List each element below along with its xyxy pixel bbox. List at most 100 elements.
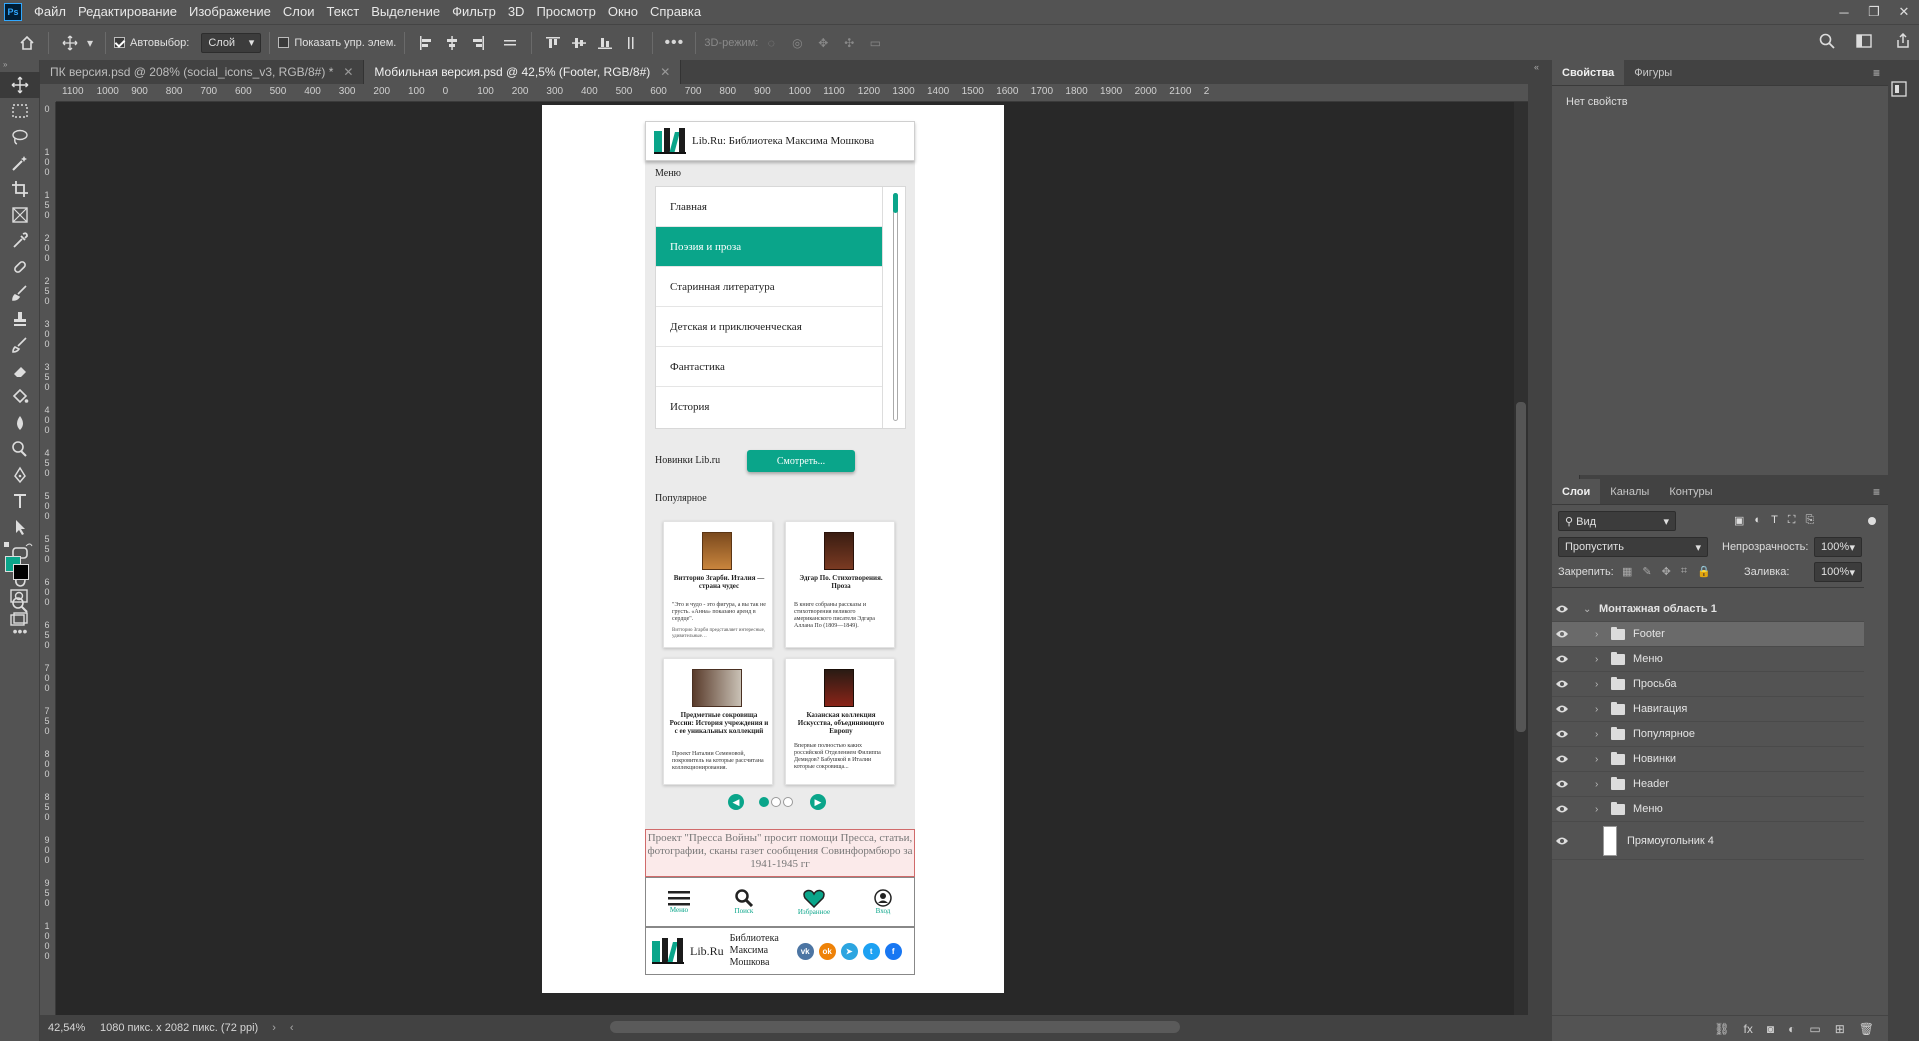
collapse-icon[interactable]: « <box>1528 60 1552 74</box>
layer-group-request[interactable]: › Просьба <box>1552 672 1864 697</box>
photoshop-logo-icon[interactable]: Ps <box>4 3 22 21</box>
menu-select[interactable]: Выделение <box>365 0 446 24</box>
lock-position-icon[interactable]: ✥ <box>1662 565 1671 578</box>
menu-file[interactable]: Файл <box>28 0 72 24</box>
delete-layer-icon[interactable]: 🗑 <box>1859 1022 1874 1036</box>
adjustment-layer-icon[interactable]: ◐ <box>1788 1022 1795 1036</box>
chevron-right-icon[interactable]: › <box>1595 779 1605 790</box>
close-icon[interactable]: ✕ <box>1889 0 1919 24</box>
lock-artboard-icon[interactable]: ⌗ <box>1681 565 1687 578</box>
type-filter-icon[interactable]: T <box>1771 514 1778 527</box>
layer-filter-select[interactable]: ⚲ Вид ▾ <box>1558 511 1676 531</box>
chevron-down-icon[interactable]: ⌄ <box>1583 604 1593 615</box>
scroll-thumb[interactable] <box>1516 402 1526 732</box>
roll-3d-icon[interactable]: ◎ <box>786 32 808 54</box>
share-icon[interactable] <box>1892 30 1914 52</box>
shape-filter-icon[interactable]: ⛶ <box>1788 514 1796 527</box>
distribute-icon[interactable] <box>499 32 521 54</box>
stamp-tool-icon[interactable] <box>0 306 40 332</box>
tab-mobile-version[interactable]: Мобильная версия.psd @ 42,5% (Footer, RG… <box>364 60 682 84</box>
ruler-vertical[interactable]: 0 1 0 0 1 5 0 2 0 0 2 5 0 3 0 0 3 5 0 4 0 0 4 5 … <box>40 102 56 1015</box>
menu-text[interactable]: Текст <box>321 0 366 24</box>
tab-shapes[interactable]: Фигуры <box>1624 60 1682 85</box>
adjustment-filter-icon[interactable]: ◐ <box>1754 514 1761 527</box>
dodge-tool-icon[interactable] <box>0 436 40 462</box>
frame-tool-icon[interactable] <box>0 202 40 228</box>
lasso-tool-icon[interactable] <box>0 124 40 150</box>
checkbox-checked-icon[interactable] <box>114 37 125 48</box>
layer-group-header[interactable]: › Header <box>1552 772 1864 797</box>
move-tool-icon[interactable] <box>0 72 40 98</box>
close-tab-icon[interactable]: ✕ <box>660 65 670 79</box>
menu-help[interactable]: Справка <box>644 0 707 24</box>
marquee-tool-icon[interactable] <box>0 98 40 124</box>
move-tool-icon[interactable] <box>59 32 81 54</box>
path-selection-icon[interactable] <box>0 514 40 540</box>
autoselect-select[interactable]: Слой ▾ <box>201 32 262 53</box>
chevron-right-icon[interactable]: › <box>1595 754 1605 765</box>
menu-3d[interactable]: 3D <box>502 0 531 24</box>
tab-layers[interactable]: Слои <box>1552 479 1601 504</box>
layer-shape-rectangle[interactable]: Прямоугольник 4 <box>1552 822 1864 860</box>
menu-image[interactable]: Изображение <box>183 0 277 24</box>
lock-pixels-icon[interactable]: ✎ <box>1642 565 1651 578</box>
layer-group-menu[interactable]: › Меню <box>1552 647 1864 672</box>
paint-bucket-icon[interactable] <box>0 384 40 410</box>
tab-properties[interactable]: Свойства <box>1552 60 1625 85</box>
layer-group-menu-2[interactable]: › Меню <box>1552 797 1864 822</box>
layer-style-icon[interactable]: fx <box>1744 1022 1753 1036</box>
menu-window[interactable]: Окно <box>602 0 644 24</box>
brush-tool-icon[interactable] <box>0 280 40 306</box>
blend-mode-select[interactable]: Пропустить ▾ <box>1558 537 1708 557</box>
collapse-icon[interactable]: » <box>0 60 39 72</box>
horizontal-scroll-thumb[interactable] <box>610 1021 1180 1033</box>
tab-paths[interactable]: Контуры <box>1659 479 1722 504</box>
crop-tool-icon[interactable] <box>0 176 40 202</box>
link-layers-icon[interactable]: ⛓ <box>1714 1022 1729 1036</box>
align-right-icon[interactable] <box>467 32 489 54</box>
libraries-icon[interactable] <box>1890 80 1908 98</box>
type-tool-icon[interactable] <box>0 488 40 514</box>
layer-artboard[interactable]: ⌄ Монтажная область 1 <box>1552 597 1864 622</box>
chevron-down-icon[interactable]: ▾ <box>85 32 95 54</box>
close-tab-icon[interactable]: ✕ <box>343 65 353 79</box>
quick-mask-icon[interactable] <box>10 588 28 604</box>
lock-transparency-icon[interactable]: ▦ <box>1622 565 1632 578</box>
tab-channels[interactable]: Каналы <box>1600 479 1659 504</box>
background-color-swatch[interactable] <box>13 564 29 580</box>
restore-icon[interactable]: ❐ <box>1859 0 1889 24</box>
lock-all-icon[interactable]: 🔒 <box>1697 565 1711 578</box>
layer-group-navigation[interactable]: › Навигация <box>1552 697 1864 722</box>
new-layer-icon[interactable]: ⊞ <box>1835 1022 1845 1036</box>
menu-layers[interactable]: Слои <box>277 0 321 24</box>
show-transform-checkbox[interactable]: Показать упр. элем. <box>278 37 396 49</box>
vertical-scrollbar[interactable] <box>1514 102 1528 1015</box>
panel-menu-icon[interactable]: ≡ <box>1873 66 1880 80</box>
chevron-right-icon[interactable]: › <box>1595 654 1605 665</box>
smart-object-filter-icon[interactable]: ⎘ <box>1806 514 1815 527</box>
layer-group-footer[interactable]: › Footer <box>1552 622 1864 647</box>
chevron-right-icon[interactable]: › <box>272 1022 276 1034</box>
magic-wand-icon[interactable] <box>0 150 40 176</box>
chevron-left-icon[interactable]: ‹ <box>290 1022 294 1034</box>
pen-tool-icon[interactable] <box>0 462 40 488</box>
align-center-h-icon[interactable] <box>441 32 463 54</box>
eraser-tool-icon[interactable] <box>0 358 40 384</box>
layer-group-popular[interactable]: › Популярное <box>1552 722 1864 747</box>
checkbox-icon[interactable] <box>278 37 290 48</box>
ruler-horizontal[interactable]: 1100 1000 900 800 700 600 500 400 300 200 100 0 100 2… <box>56 84 1528 102</box>
more-options-icon[interactable]: ••• <box>663 32 685 54</box>
swap-colors-icon[interactable] <box>4 542 36 550</box>
autoselect-checkbox[interactable]: Автовыбор: <box>114 37 189 49</box>
chevron-right-icon[interactable]: › <box>1595 704 1605 715</box>
slide-3d-icon[interactable]: ✣ <box>838 32 860 54</box>
align-middle-v-icon[interactable] <box>568 32 590 54</box>
chevron-right-icon[interactable]: › <box>1595 629 1605 640</box>
opacity-input[interactable]: 100% ▾ <box>1814 537 1862 557</box>
add-mask-icon[interactable]: ◙ <box>1767 1022 1774 1036</box>
panel-menu-icon[interactable]: ≡ <box>1873 485 1880 499</box>
align-left-icon[interactable] <box>415 32 437 54</box>
orbit-3d-icon[interactable]: ◌ <box>760 32 782 54</box>
zoom-level[interactable]: 42,54% <box>48 1022 100 1034</box>
tab-pc-version[interactable]: ПК версия.psd @ 208% (social_icons_v3, R… <box>40 60 365 84</box>
